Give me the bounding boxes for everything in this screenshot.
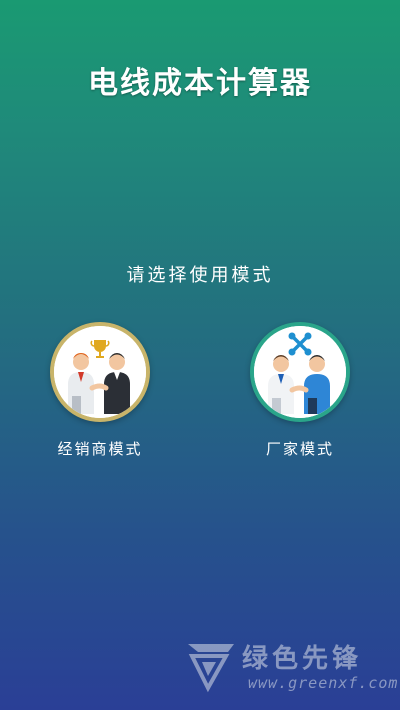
wrench-handshake-icon [254,326,346,418]
watermark-logo-icon [188,644,234,693]
trophy-handshake-icon [54,326,146,418]
mode-select-prompt: 请选择使用模式 [126,265,274,286]
dealer-mode-label: 经销商模式 [57,440,143,458]
watermark-brand: 绿色先锋 [242,644,363,674]
app-title: 电线成本计算器 [88,66,312,101]
watermark-url: www.greenxf.com [248,674,399,692]
dealer-mode-avatar[interactable] [50,322,150,422]
factory-mode-button[interactable]: 厂家模式 [230,322,370,459]
dealer-mode-button[interactable]: 经销商模式 [30,322,170,459]
factory-mode-label: 厂家模式 [265,440,334,458]
factory-mode-avatar[interactable] [250,322,350,422]
site-watermark: 绿色先锋 www.greenxf.com [186,636,397,698]
